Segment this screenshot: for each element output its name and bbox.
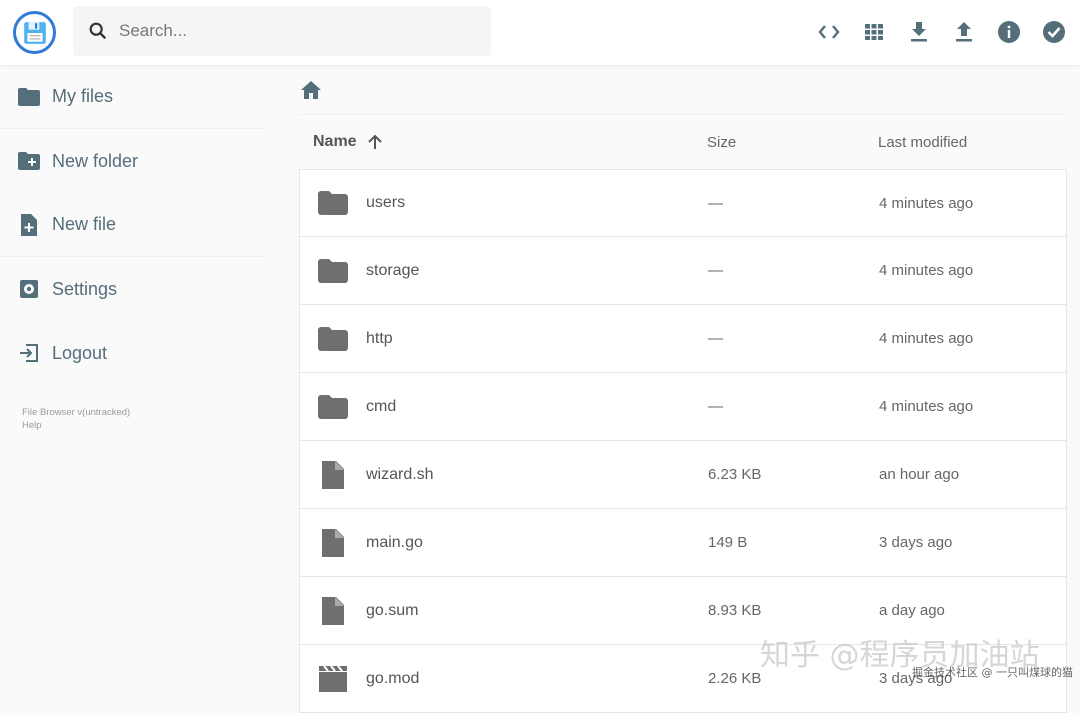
file-size: 149 B — [708, 534, 748, 551]
code-view-icon[interactable] — [817, 16, 841, 48]
file-icon — [322, 596, 344, 625]
app-logo[interactable] — [13, 11, 56, 54]
sidebar-item-my-files[interactable]: My files — [0, 65, 265, 129]
sidebar: My files New folder New file Settings Lo… — [0, 65, 265, 432]
size-header[interactable]: Size — [694, 134, 864, 151]
breadcrumb — [299, 65, 1067, 115]
file-listing: Name Size Last modified users — 4 minutes … — [299, 65, 1067, 713]
watermark-sub: 掘金技术社区 @ 一只叫煤球的猫 — [912, 666, 1073, 679]
file-row[interactable]: wizard.sh 6.23 KB an hour ago — [299, 441, 1067, 509]
sidebar-item-new-file[interactable]: New file — [0, 193, 265, 257]
file-modified: 3 days ago — [879, 534, 953, 551]
logout-icon — [20, 344, 38, 362]
search-icon — [89, 22, 107, 40]
folder-icon — [18, 87, 40, 106]
upload-icon[interactable] — [952, 16, 976, 48]
sidebar-item-label: Logout — [52, 342, 108, 363]
file-modified: an hour ago — [879, 466, 960, 483]
sidebar-item-settings[interactable]: Settings — [0, 257, 265, 321]
download-icon[interactable] — [907, 16, 931, 48]
settings-icon — [20, 280, 38, 298]
sidebar-item-logout[interactable]: Logout — [0, 321, 265, 385]
folder-icon — [318, 326, 348, 351]
file-size: 6.23 KB — [708, 466, 762, 483]
file-modified: a day ago — [879, 602, 945, 619]
version-credits[interactable]: File Browser v(untracked) — [22, 406, 265, 419]
file-row[interactable]: main.go 149 B 3 days ago — [299, 509, 1067, 577]
file-size: — — [708, 194, 723, 212]
name-header[interactable]: Name — [313, 133, 357, 151]
arrow-up-icon — [367, 134, 382, 149]
file-name: go.sum — [366, 601, 419, 619]
folder-icon — [318, 191, 348, 215]
file-size: — — [708, 398, 723, 415]
file-name: storage — [366, 261, 420, 279]
sidebar-item-label: New folder — [52, 150, 139, 171]
movie-file-icon — [319, 665, 347, 692]
top-bar — [0, 0, 1080, 65]
search-box[interactable] — [73, 6, 491, 56]
file-icon — [322, 528, 344, 557]
file-name: users — [366, 194, 406, 211]
file-name: go.mod — [366, 669, 420, 687]
floppy-disk-icon — [23, 21, 46, 44]
help-link[interactable]: Help — [22, 419, 265, 432]
new-file-icon — [21, 213, 37, 236]
select-check-icon[interactable] — [1042, 16, 1066, 48]
file-modified: 4 minutes ago — [879, 330, 974, 347]
list-header: Name Size Last modified — [299, 115, 1067, 169]
modified-header[interactable]: Last modified — [864, 134, 967, 151]
file-modified: 4 minutes ago — [879, 398, 974, 415]
file-size: — — [708, 262, 723, 279]
file-name: main.go — [366, 533, 423, 551]
sidebar-item-label: Settings — [52, 278, 118, 299]
folder-icon — [318, 394, 348, 419]
file-row[interactable]: users — 4 minutes ago — [299, 169, 1067, 237]
folder-icon — [318, 258, 348, 283]
file-modified: 4 minutes ago — [879, 262, 974, 279]
sidebar-item-new-folder[interactable]: New folder — [0, 129, 265, 193]
file-row[interactable]: storage — 4 minutes ago — [299, 237, 1067, 305]
file-size: 8.93 KB — [708, 602, 762, 619]
sort-by-name[interactable]: Name — [299, 133, 694, 151]
file-row[interactable]: cmd — 4 minutes ago — [299, 373, 1067, 441]
sidebar-item-label: My files — [52, 86, 114, 106]
search-input[interactable] — [119, 21, 479, 41]
grid-view-icon[interactable] — [862, 16, 886, 48]
file-row[interactable]: http — 4 minutes ago — [299, 305, 1067, 373]
file-modified: 4 minutes ago — [879, 194, 974, 212]
info-icon[interactable] — [997, 16, 1021, 48]
file-icon — [322, 460, 344, 489]
file-size: — — [708, 330, 723, 347]
file-name: wizard.sh — [366, 465, 434, 483]
file-name: cmd — [366, 397, 397, 415]
home-icon[interactable] — [301, 80, 321, 99]
sidebar-item-label: New file — [52, 214, 117, 234]
file-name: http — [366, 329, 393, 347]
new-folder-icon — [18, 152, 40, 170]
